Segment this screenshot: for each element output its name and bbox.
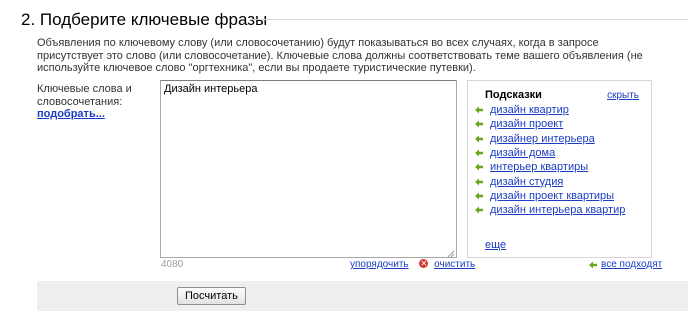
add-arrow-icon bbox=[475, 120, 483, 128]
hint-item[interactable]: дизайн проект квартиры bbox=[474, 189, 625, 203]
hint-text[interactable]: интерьер квартиры bbox=[490, 161, 588, 173]
pick-keywords-link[interactable]: подобрать... bbox=[37, 108, 147, 121]
clear-icon[interactable]: ✕ bbox=[419, 258, 429, 268]
keywords-textarea[interactable]: Дизайн интерьера bbox=[160, 80, 457, 258]
footer-bar bbox=[37, 281, 688, 311]
add-arrow-icon bbox=[475, 135, 483, 143]
add-arrow-icon bbox=[475, 178, 483, 186]
add-arrow-icon bbox=[475, 163, 483, 171]
all-fit-link[interactable]: все подходят bbox=[601, 259, 662, 270]
hint-list: дизайн квартир дизайн проект дизайнер ин… bbox=[474, 103, 625, 217]
hint-item[interactable]: дизайнер интерьера bbox=[474, 132, 625, 146]
hint-text[interactable]: дизайн квартир bbox=[490, 104, 569, 116]
hint-item[interactable]: дизайн студия bbox=[474, 174, 625, 188]
sort-link[interactable]: упорядочить bbox=[350, 259, 409, 270]
hint-text[interactable]: дизайн проект bbox=[490, 118, 563, 130]
add-arrow-icon bbox=[475, 149, 483, 157]
hint-item[interactable]: дизайн дома bbox=[474, 146, 625, 160]
hint-text[interactable]: дизайн дома bbox=[490, 147, 555, 159]
add-arrow-icon bbox=[475, 206, 483, 214]
keyword-tools: упорядочить ✕ очистить bbox=[350, 258, 475, 270]
hints-panel: Подсказки скрыть дизайн квартир дизайн п… bbox=[467, 80, 652, 258]
hint-text[interactable]: дизайн проект квартиры bbox=[490, 190, 614, 202]
hints-title: Подсказки bbox=[485, 89, 542, 101]
hint-item[interactable]: интерьер квартиры bbox=[474, 160, 625, 174]
all-fit-control[interactable]: все подходят bbox=[588, 259, 662, 270]
clear-link[interactable]: очистить bbox=[434, 259, 475, 270]
char-counter: 4080 bbox=[161, 259, 184, 270]
add-arrow-icon bbox=[475, 192, 483, 200]
resize-grip-icon[interactable] bbox=[446, 249, 455, 258]
calculate-button[interactable]: Посчитать bbox=[177, 287, 246, 305]
hide-hints-link[interactable]: скрыть bbox=[607, 90, 639, 101]
keywords-label-block: Ключевые слова и словосочетания: подобра… bbox=[37, 83, 147, 121]
hint-text[interactable]: дизайнер интерьера bbox=[490, 133, 595, 145]
section-description: Объявления по ключевому слову (или слово… bbox=[37, 37, 643, 74]
add-all-arrow-icon bbox=[589, 261, 597, 268]
hint-text[interactable]: дизайн интерьера квартир bbox=[490, 204, 625, 216]
title-divider bbox=[250, 19, 688, 20]
more-hints-link[interactable]: еще bbox=[485, 239, 506, 251]
hint-item[interactable]: дизайн проект bbox=[474, 117, 625, 131]
add-arrow-icon bbox=[475, 106, 483, 114]
hint-item[interactable]: дизайн квартир bbox=[474, 103, 625, 117]
keywords-label: Ключевые слова и словосочетания: bbox=[37, 83, 132, 108]
section-title: 2. Подберите ключевые фразы bbox=[21, 10, 268, 29]
hint-text[interactable]: дизайн студия bbox=[490, 176, 563, 188]
hint-item[interactable]: дизайн интерьера квартир bbox=[474, 203, 625, 217]
